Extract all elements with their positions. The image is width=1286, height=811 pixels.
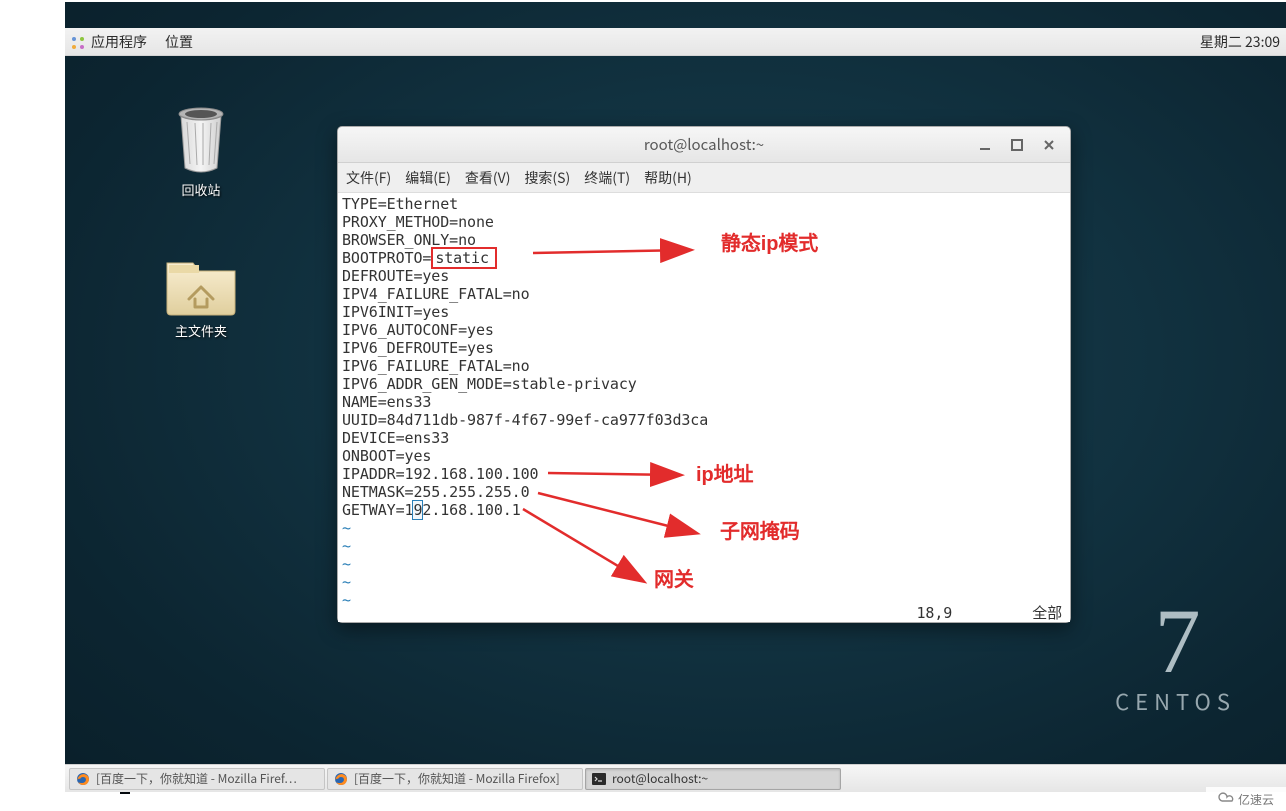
menu-search[interactable]: 搜索(S) (524, 168, 570, 188)
trash-icon[interactable]: 回收站 (165, 104, 237, 199)
task-firefox-1[interactable]: [百度一下，你就知道 - Mozilla Firef… (69, 768, 325, 790)
home-folder-label: 主文件夹 (165, 321, 237, 340)
task-label: root@localhost:~ (612, 770, 708, 787)
centos-brand: 7 CENTOS (1115, 595, 1236, 717)
minimize-button[interactable] (970, 133, 1000, 157)
menu-terminal[interactable]: 终端(T) (584, 168, 630, 188)
firefox-icon (76, 772, 90, 786)
menu-view[interactable]: 查看(V) (465, 168, 511, 188)
menu-file[interactable]: 文件(F) (346, 168, 391, 188)
menu-help[interactable]: 帮助(H) (644, 168, 692, 188)
task-terminal[interactable]: root@localhost:~ (585, 768, 841, 790)
places-menu[interactable]: 位置 (165, 32, 193, 52)
top-panel: 应用程序 位置 星期二 23:09 (65, 28, 1286, 56)
trash-label: 回收站 (165, 180, 237, 199)
menu-edit[interactable]: 编辑(E) (405, 168, 451, 188)
terminal-menubar: 文件(F) 编辑(E) 查看(V) 搜索(S) 终端(T) 帮助(H) (338, 163, 1070, 193)
maximize-button[interactable] (1002, 133, 1032, 157)
watermark: 亿速云 (1206, 787, 1286, 811)
titlebar[interactable]: root@localhost:~ (338, 127, 1070, 163)
firefox-icon (334, 772, 348, 786)
terminal-window: root@localhost:~ 文件(F) 编辑(E) 查看(V) 搜索(S)… (337, 126, 1071, 623)
apps-menu-icon (71, 35, 85, 49)
task-label: [百度一下，你就知道 - Mozilla Firefox] (354, 770, 560, 787)
close-button[interactable] (1034, 133, 1064, 157)
bottom-panel: [百度一下，你就知道 - Mozilla Firef… [百度一下，你就知道 -… (65, 764, 1286, 792)
task-firefox-2[interactable]: [百度一下，你就知道 - Mozilla Firefox] (327, 768, 583, 790)
applications-menu[interactable]: 应用程序 (91, 32, 147, 52)
terminal-icon (592, 772, 606, 786)
panel-clock: 星期二 23:09 (1200, 32, 1280, 52)
home-folder-icon[interactable]: 主文件夹 (165, 247, 237, 340)
terminal-body[interactable]: TYPE=Ethernet PROXY_METHOD=none BROWSER_… (338, 193, 1070, 622)
task-label: [百度一下，你就知道 - Mozilla Firef… (96, 770, 297, 787)
window-title: root@localhost:~ (644, 134, 764, 155)
